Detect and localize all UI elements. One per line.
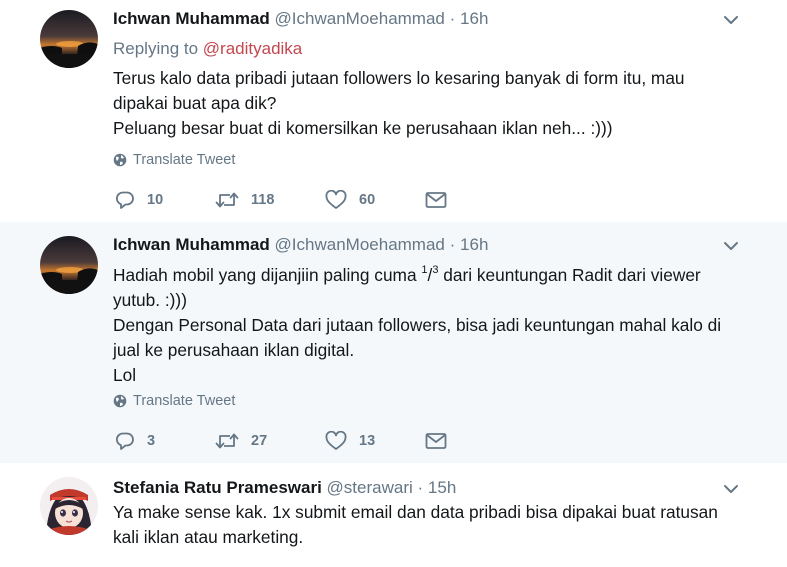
author-handle[interactable]: @sterawari [327,478,413,497]
text-segment: Hadiah mobil yang dijanjiin paling cuma [113,265,422,285]
reply-icon [115,432,134,450]
tweet-actions: 10 118 60 [115,188,447,212]
timestamp[interactable]: 16h [460,9,488,28]
tweet-line: yutub. :))) [113,290,187,310]
author-name[interactable]: Ichwan Muhammad [113,235,270,254]
retweet-count: 27 [251,433,268,449]
separator-dot: · [417,478,424,497]
avatar[interactable] [40,10,98,68]
like-button[interactable]: 60 [325,190,425,210]
tweet-line: jual ke perusahaan iklan digital. [113,340,355,360]
retweet-icon [215,433,239,449]
author-handle[interactable]: @IchwanMoehammad [275,9,445,28]
text-segment: dari keuntungan Radit dari viewer [438,265,701,285]
retweet-button[interactable]: 27 [215,431,325,451]
heart-icon [325,431,347,450]
tweet-line: Dengan Personal Data dari jutaan followe… [113,315,722,335]
translate-label: Translate Tweet [133,152,236,168]
envelope-icon [425,192,447,208]
mention-link[interactable]: @radityadika [203,39,302,58]
separator-dot: · [449,235,456,254]
avatar[interactable] [40,477,98,535]
reply-button[interactable]: 3 [115,431,215,451]
tweet-text: Ya make sense kak. 1x submit email dan d… [113,500,753,550]
translate-tweet-link[interactable]: Translate Tweet [113,393,235,409]
tweet[interactable]: Ichwan Muhammad @IchwanMoehammad · 16h H… [0,222,787,463]
direct-message-button[interactable] [425,191,447,209]
separator-dot: · [449,9,456,28]
replying-to: Replying to @radityadika [113,39,302,59]
chevron-down-icon[interactable] [723,240,739,252]
tweet-text: Hadiah mobil yang dijanjiin paling cuma … [113,258,753,388]
tweet[interactable]: Stefania Ratu Prameswari @sterawari · 15… [0,463,787,567]
tweet-line: Hadiah mobil yang dijanjiin paling cuma … [113,258,753,288]
reply-count: 10 [147,192,164,208]
tweet-actions: 3 27 13 [115,429,447,453]
chevron-down-icon[interactable] [723,483,739,495]
author-name[interactable]: Stefania Ratu Prameswari [113,478,322,497]
timestamp[interactable]: 16h [460,235,488,254]
tweet-header: Ichwan Muhammad @IchwanMoehammad · 16h [113,9,488,31]
retweet-icon [215,192,239,208]
tweet[interactable]: Ichwan Muhammad @IchwanMoehammad · 16h R… [0,0,787,222]
reply-button[interactable]: 10 [115,190,215,210]
tweet-line: Terus kalo data pribadi jutaan followers… [113,68,685,88]
tweet-line: dipakai buat apa dik? [113,93,277,113]
translate-tweet-link[interactable]: Translate Tweet [113,152,235,168]
like-count: 13 [359,433,376,449]
tweet-line: Peluang besar buat di komersilkan ke per… [113,118,613,138]
heart-icon [325,190,347,209]
author-handle[interactable]: @IchwanMoehammad [275,235,445,254]
translate-label: Translate Tweet [133,393,236,409]
envelope-icon [425,433,447,449]
reply-icon [115,191,134,209]
retweet-count: 118 [251,192,275,208]
like-count: 60 [359,192,376,208]
chevron-down-icon[interactable] [723,14,739,26]
tweet-header: Ichwan Muhammad @IchwanMoehammad · 16h [113,235,488,257]
tweet-line: Lol [113,365,137,385]
tweet-line: Ya make sense kak. 1x submit email dan d… [113,502,718,522]
tweet-header: Stefania Ratu Prameswari @sterawari · 15… [113,478,456,500]
globe-icon [113,394,127,408]
retweet-button[interactable]: 118 [215,190,325,210]
like-button[interactable]: 13 [325,431,425,451]
reply-count: 3 [147,433,156,449]
author-name[interactable]: Ichwan Muhammad [113,9,270,28]
tweet-text: Terus kalo data pribadi jutaan followers… [113,66,753,141]
globe-icon [113,153,127,167]
replying-label: Replying to [113,39,199,58]
timestamp[interactable]: 15h [428,478,456,497]
avatar[interactable] [40,236,98,294]
tweet-line: kali iklan atau marketing. [113,527,304,547]
direct-message-button[interactable] [425,432,447,450]
